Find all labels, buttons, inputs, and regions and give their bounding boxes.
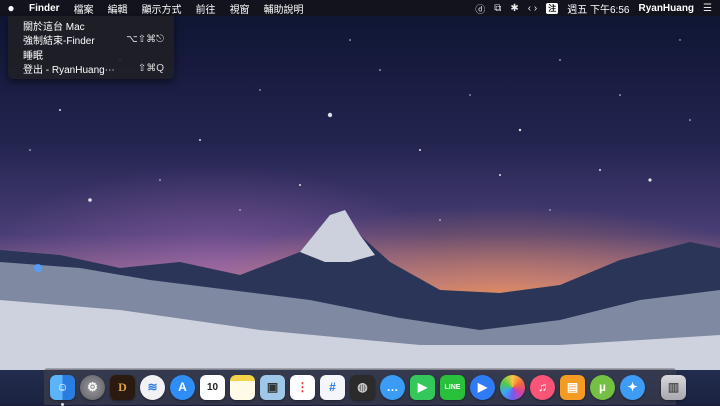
menu-file[interactable]: 檔案: [67, 1, 101, 16]
dock: ☺ ⚙ D ≋ A 10 ▣ ⋮ # ◍ … ▶ LINE ▶ ♫ ▤ µ ✦ …: [44, 368, 686, 406]
menu-bar: ● Finder 檔案 編輯 顯示方式 前往 視窗 輔助說明 ⓓ ⧉ ✱ ‹ ›…: [0, 0, 720, 16]
ibooks-icon[interactable]: ▤: [560, 374, 585, 400]
menu-go[interactable]: 前往: [189, 1, 223, 16]
menu-item-force-quit[interactable]: 強制結束-Finder ⌥⇧⌘⎋: [8, 33, 174, 48]
notes-icon[interactable]: [230, 374, 255, 400]
clock[interactable]: 週五 下午6:56: [567, 1, 629, 16]
apple-icon[interactable]: ●: [0, 1, 22, 15]
menu-item-label: 強制結束-Finder: [23, 36, 95, 48]
menu-view[interactable]: 顯示方式: [135, 1, 189, 16]
photos-icon[interactable]: [500, 374, 525, 400]
input-method-badge[interactable]: 注: [546, 2, 559, 14]
dashboard-icon[interactable]: ⓓ: [475, 1, 485, 16]
airplay-icon[interactable]: ⧉: [494, 3, 501, 14]
utorrent-icon[interactable]: µ: [590, 374, 615, 400]
safari-icon[interactable]: ✦: [620, 374, 645, 400]
app-store-icon[interactable]: A: [170, 374, 195, 400]
notification-center-icon[interactable]: ☰: [703, 3, 712, 14]
menu-item-log-out[interactable]: 登出 - RyanHuang⋯ ⇧⌘Q: [8, 62, 174, 77]
itunes-icon[interactable]: ♫: [530, 374, 555, 400]
menu-edit[interactable]: 編輯: [101, 1, 135, 16]
menu-item-about-this-mac[interactable]: 關於這台 Mac: [8, 18, 174, 33]
menu-help[interactable]: 輔助說明: [257, 1, 311, 16]
photo-booth-icon[interactable]: ◍: [350, 374, 375, 400]
user-menu[interactable]: RyanHuang: [638, 3, 694, 14]
diablo-icon[interactable]: D: [110, 374, 135, 400]
menu-item-shortcut: ⇧⌘Q: [137, 63, 164, 75]
messages-icon[interactable]: …: [380, 374, 405, 400]
preview-icon[interactable]: ▣: [260, 374, 285, 400]
bluetooth-icon[interactable]: ✱: [510, 3, 518, 14]
calendar-icon[interactable]: 10: [200, 374, 225, 400]
line-icon[interactable]: LINE: [440, 374, 465, 400]
menu-app-finder[interactable]: Finder: [22, 3, 67, 14]
status-tray: ⓓ ⧉ ✱ ‹ › 注 週五 下午6:56 RyanHuang ☰: [475, 1, 720, 16]
menu-item-label: 睡眠: [23, 50, 43, 62]
facetime-icon[interactable]: ▶: [410, 374, 435, 400]
menu-item-shortcut: ⌥⇧⌘⎋: [126, 34, 164, 46]
numbers-icon[interactable]: #: [320, 374, 345, 400]
menu-item-label: 關於這台 Mac: [23, 21, 85, 33]
quicktime-icon[interactable]: ▶: [470, 374, 495, 400]
trash-icon[interactable]: ▥: [661, 374, 686, 400]
menu-window[interactable]: 視窗: [223, 1, 257, 16]
reminders-icon[interactable]: ⋮: [290, 374, 315, 400]
wifi-icon[interactable]: ≋: [140, 374, 165, 400]
code-brackets-icon[interactable]: ‹ ›: [528, 3, 537, 14]
finder-icon[interactable]: ☺: [50, 374, 75, 406]
apple-menu-dropdown: 關於這台 Mac 強制結束-Finder ⌥⇧⌘⎋ 睡眠 登出 - RyanHu…: [8, 16, 174, 79]
menu-item-label: 登出 - RyanHuang⋯: [23, 65, 115, 77]
menu-item-sleep[interactable]: 睡眠: [8, 47, 174, 62]
system-preferences-icon[interactable]: ⚙: [80, 374, 105, 400]
